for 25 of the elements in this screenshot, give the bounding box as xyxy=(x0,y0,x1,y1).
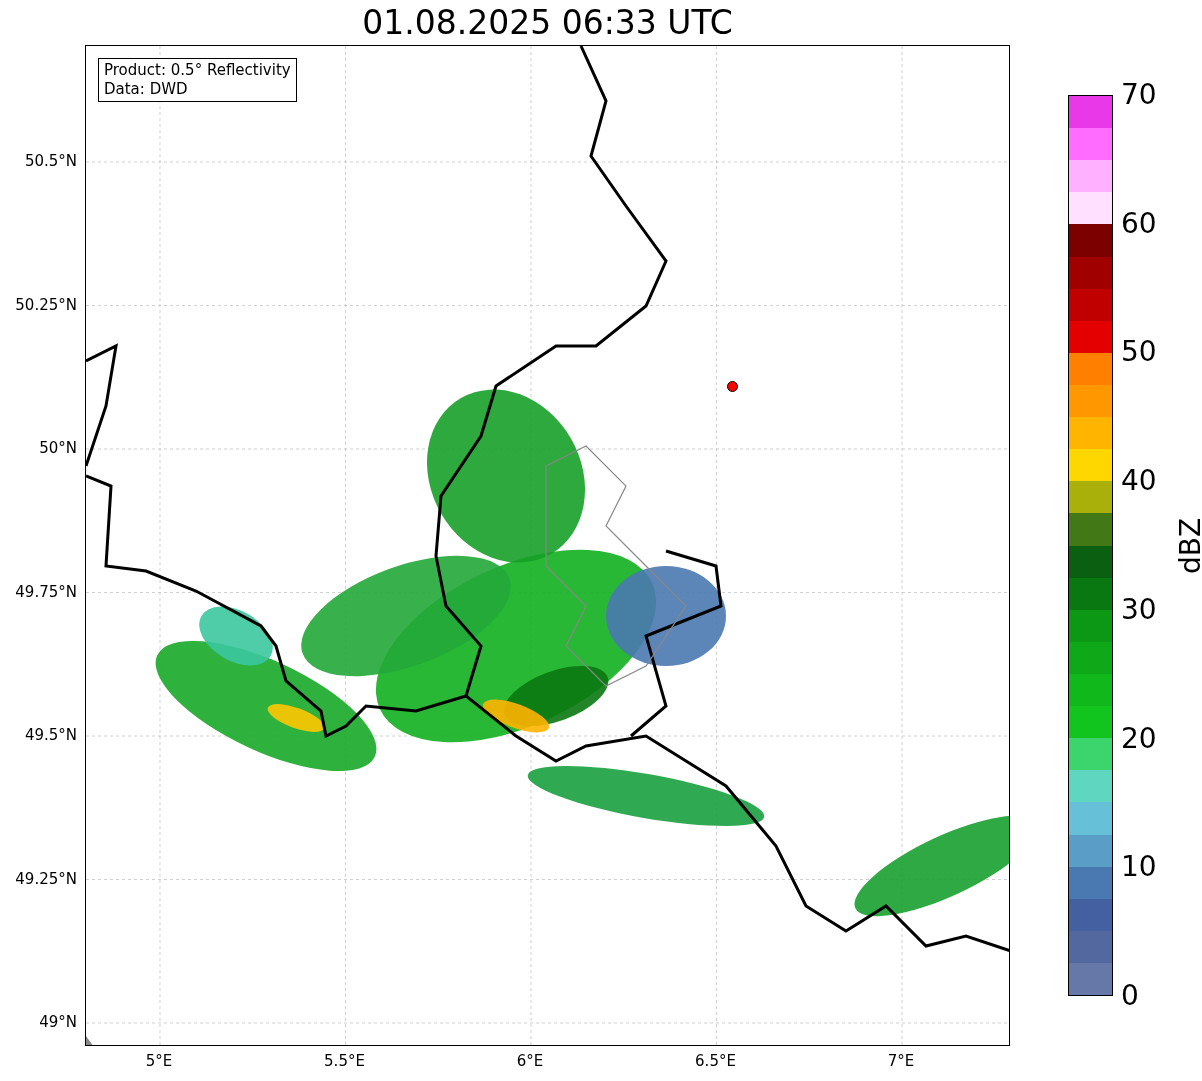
y-tick-label: 49.75°N xyxy=(15,582,77,601)
x-tick-label: 5°E xyxy=(145,1052,173,1070)
x-tick-label: 5.5°E xyxy=(324,1052,365,1070)
x-tick-label: 7°E xyxy=(887,1052,915,1070)
colorbar-tick-label: 50 xyxy=(1121,337,1157,368)
colorbar-tick-label: 10 xyxy=(1121,852,1157,883)
info-text: Product: 0.5° Reflectivity xyxy=(104,61,291,80)
radar-site-marker xyxy=(727,381,738,392)
y-tick-label: 49.25°N xyxy=(15,869,77,888)
y-tick-label: 50°N xyxy=(39,439,77,457)
colorbar-tick-label: 70 xyxy=(1121,80,1157,110)
colorbar-tick-label: 60 xyxy=(1121,208,1157,239)
y-tick-label: 50.5°N xyxy=(24,152,77,170)
colorbar-tick-label: 0 xyxy=(1121,981,1139,1011)
info-text: Data: DWD xyxy=(104,80,189,99)
colorbar-tick-label: 30 xyxy=(1121,594,1157,625)
y-tick-label: 49°N xyxy=(39,1013,77,1031)
colorbar-tick-label: 20 xyxy=(1121,723,1157,754)
chart-title: 01.08.2025 06:33 UTC xyxy=(362,2,733,44)
x-tick-label: 6°E xyxy=(516,1052,544,1070)
y-tick-label: 49.5°N xyxy=(24,726,77,744)
colorbar-label: dBZ xyxy=(1176,517,1202,574)
y-tick-label: 50.25°N xyxy=(15,295,77,314)
colorbar-tick-label: 40 xyxy=(1121,466,1157,497)
x-tick-label: 6.5°E xyxy=(695,1052,736,1070)
